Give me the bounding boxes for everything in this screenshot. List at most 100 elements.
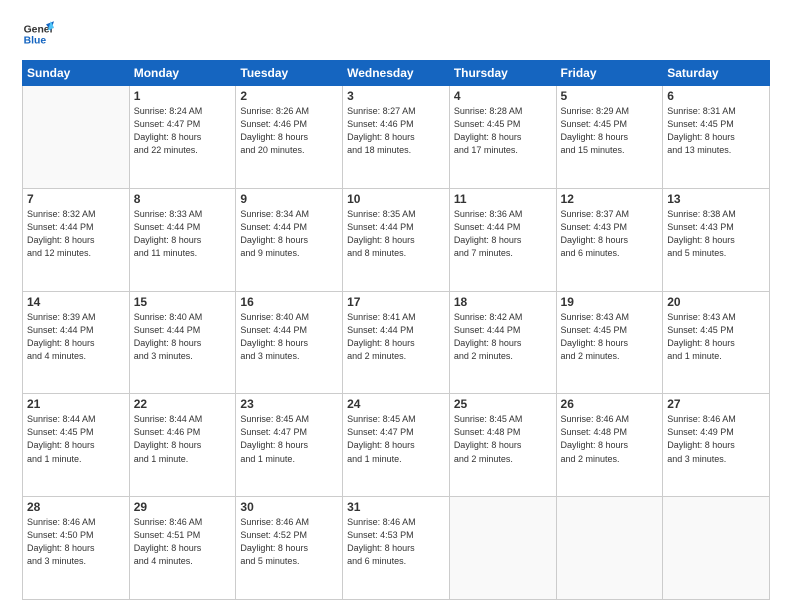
day-info: Sunrise: 8:45 AMSunset: 4:47 PMDaylight:… (240, 413, 338, 465)
calendar-cell: 4 Sunrise: 8:28 AMSunset: 4:45 PMDaylight… (449, 86, 556, 189)
day-number: 3 (347, 89, 445, 103)
calendar-cell: 26 Sunrise: 8:46 AMSunset: 4:48 PMDayligh… (556, 394, 663, 497)
calendar-cell: 8 Sunrise: 8:33 AMSunset: 4:44 PMDaylight… (129, 188, 236, 291)
calendar-cell: 25Sunrise: 8:45 AMSunset: 4:48 PMDayligh… (449, 394, 556, 497)
calendar-col-header-tuesday: Tuesday (236, 61, 343, 86)
calendar-cell: 24 Sunrise: 8:45 AMSunset: 4:47 PMDayligh… (343, 394, 450, 497)
calendar-cell (449, 497, 556, 600)
day-info: Sunrise: 8:45 AMSunset: 4:47 PMDaylight:… (347, 413, 445, 465)
day-info: Sunrise: 8:31 AMSunset: 4:45 PMDaylight:… (667, 105, 765, 157)
calendar-cell: 1Sunrise: 8:24 AMSunset: 4:47 PMDaylight… (129, 86, 236, 189)
day-info: Sunrise: 8:44 AMSunset: 4:46 PMDaylight:… (134, 413, 232, 465)
day-number: 11 (454, 192, 552, 206)
day-number: 10 (347, 192, 445, 206)
calendar-week-row: 14 Sunrise: 8:39 AMSunset: 4:44 PMDayligh… (23, 291, 770, 394)
svg-text:Blue: Blue (24, 36, 47, 47)
day-number: 4 (454, 89, 552, 103)
calendar-cell: 3 Sunrise: 8:27 AMSunset: 4:46 PMDaylight… (343, 86, 450, 189)
day-info: Sunrise: 8:46 AMSunset: 4:52 PMDaylight:… (240, 516, 338, 568)
day-info: Sunrise: 8:46 AMSunset: 4:53 PMDaylight:… (347, 516, 445, 568)
calendar-cell: 18Sunrise: 8:42 AMSunset: 4:44 PMDayligh… (449, 291, 556, 394)
day-number: 16 (240, 295, 338, 309)
calendar-cell: 30 Sunrise: 8:46 AMSunset: 4:52 PMDayligh… (236, 497, 343, 600)
day-number: 7 (27, 192, 125, 206)
calendar-col-header-saturday: Saturday (663, 61, 770, 86)
day-number: 21 (27, 397, 125, 411)
day-number: 23 (240, 397, 338, 411)
day-number: 12 (561, 192, 659, 206)
day-info: Sunrise: 8:35 AMSunset: 4:44 PMDaylight:… (347, 208, 445, 260)
calendar-cell: 9 Sunrise: 8:34 AMSunset: 4:44 PMDaylight… (236, 188, 343, 291)
calendar-cell: 12 Sunrise: 8:37 AMSunset: 4:43 PMDayligh… (556, 188, 663, 291)
day-info: Sunrise: 8:29 AMSunset: 4:45 PMDaylight:… (561, 105, 659, 157)
calendar-week-row: 1Sunrise: 8:24 AMSunset: 4:47 PMDaylight… (23, 86, 770, 189)
day-number: 13 (667, 192, 765, 206)
calendar-cell: 14 Sunrise: 8:39 AMSunset: 4:44 PMDayligh… (23, 291, 130, 394)
day-info: Sunrise: 8:44 AMSunset: 4:45 PMDaylight:… (27, 413, 125, 465)
day-number: 5 (561, 89, 659, 103)
day-number: 15 (134, 295, 232, 309)
day-info: Sunrise: 8:45 AMSunset: 4:48 PMDaylight:… (454, 413, 552, 465)
calendar-header-row: SundayMondayTuesdayWednesdayThursdayFrid… (23, 61, 770, 86)
calendar-cell: 6 Sunrise: 8:31 AMSunset: 4:45 PMDaylight… (663, 86, 770, 189)
day-number: 27 (667, 397, 765, 411)
calendar-cell: 11 Sunrise: 8:36 AMSunset: 4:44 PMDayligh… (449, 188, 556, 291)
calendar-col-header-sunday: Sunday (23, 61, 130, 86)
day-number: 19 (561, 295, 659, 309)
day-info: Sunrise: 8:36 AMSunset: 4:44 PMDaylight:… (454, 208, 552, 260)
calendar-cell: 20 Sunrise: 8:43 AMSunset: 4:45 PMDayligh… (663, 291, 770, 394)
calendar-cell: 15 Sunrise: 8:40 AMSunset: 4:44 PMDayligh… (129, 291, 236, 394)
day-number: 2 (240, 89, 338, 103)
day-number: 30 (240, 500, 338, 514)
day-number: 29 (134, 500, 232, 514)
day-info: Sunrise: 8:39 AMSunset: 4:44 PMDaylight:… (27, 311, 125, 363)
day-number: 31 (347, 500, 445, 514)
day-info: Sunrise: 8:33 AMSunset: 4:44 PMDaylight:… (134, 208, 232, 260)
calendar-cell (556, 497, 663, 600)
day-info: Sunrise: 8:27 AMSunset: 4:46 PMDaylight:… (347, 105, 445, 157)
calendar-cell (23, 86, 130, 189)
calendar-col-header-wednesday: Wednesday (343, 61, 450, 86)
day-info: Sunrise: 8:40 AMSunset: 4:44 PMDaylight:… (240, 311, 338, 363)
day-info: Sunrise: 8:42 AMSunset: 4:44 PMDaylight:… (454, 311, 552, 363)
day-info: Sunrise: 8:41 AMSunset: 4:44 PMDaylight:… (347, 311, 445, 363)
calendar-col-header-thursday: Thursday (449, 61, 556, 86)
calendar-week-row: 21 Sunrise: 8:44 AMSunset: 4:45 PMDayligh… (23, 394, 770, 497)
day-info: Sunrise: 8:28 AMSunset: 4:45 PMDaylight:… (454, 105, 552, 157)
day-number: 14 (27, 295, 125, 309)
calendar-cell: 22Sunrise: 8:44 AMSunset: 4:46 PMDayligh… (129, 394, 236, 497)
day-info: Sunrise: 8:40 AMSunset: 4:44 PMDaylight:… (134, 311, 232, 363)
day-info: Sunrise: 8:43 AMSunset: 4:45 PMDaylight:… (561, 311, 659, 363)
calendar-cell: 2 Sunrise: 8:26 AMSunset: 4:46 PMDaylight… (236, 86, 343, 189)
day-info: Sunrise: 8:43 AMSunset: 4:45 PMDaylight:… (667, 311, 765, 363)
day-info: Sunrise: 8:24 AMSunset: 4:47 PMDaylight:… (134, 105, 232, 157)
general-blue-logo-icon: General Blue (22, 18, 54, 50)
calendar-col-header-monday: Monday (129, 61, 236, 86)
header: General Blue (22, 18, 770, 50)
day-number: 17 (347, 295, 445, 309)
calendar-cell: 29 Sunrise: 8:46 AMSunset: 4:51 PMDayligh… (129, 497, 236, 600)
day-number: 26 (561, 397, 659, 411)
day-info: Sunrise: 8:37 AMSunset: 4:43 PMDaylight:… (561, 208, 659, 260)
calendar-cell: 19 Sunrise: 8:43 AMSunset: 4:45 PMDayligh… (556, 291, 663, 394)
day-info: Sunrise: 8:46 AMSunset: 4:48 PMDaylight:… (561, 413, 659, 465)
day-info: Sunrise: 8:46 AMSunset: 4:51 PMDaylight:… (134, 516, 232, 568)
day-info: Sunrise: 8:26 AMSunset: 4:46 PMDaylight:… (240, 105, 338, 157)
day-info: Sunrise: 8:34 AMSunset: 4:44 PMDaylight:… (240, 208, 338, 260)
calendar-cell: 13Sunrise: 8:38 AMSunset: 4:43 PMDayligh… (663, 188, 770, 291)
calendar-week-row: 7Sunrise: 8:32 AMSunset: 4:44 PMDaylight… (23, 188, 770, 291)
day-info: Sunrise: 8:46 AMSunset: 4:50 PMDaylight:… (27, 516, 125, 568)
calendar-cell: 23 Sunrise: 8:45 AMSunset: 4:47 PMDayligh… (236, 394, 343, 497)
day-number: 20 (667, 295, 765, 309)
day-number: 24 (347, 397, 445, 411)
calendar-cell (663, 497, 770, 600)
day-info: Sunrise: 8:46 AMSunset: 4:49 PMDaylight:… (667, 413, 765, 465)
day-number: 8 (134, 192, 232, 206)
day-number: 9 (240, 192, 338, 206)
calendar-cell: 17 Sunrise: 8:41 AMSunset: 4:44 PMDayligh… (343, 291, 450, 394)
calendar-cell: 10 Sunrise: 8:35 AMSunset: 4:44 PMDayligh… (343, 188, 450, 291)
day-number: 6 (667, 89, 765, 103)
day-number: 28 (27, 500, 125, 514)
calendar-table: SundayMondayTuesdayWednesdayThursdayFrid… (22, 60, 770, 600)
logo: General Blue (22, 18, 54, 50)
